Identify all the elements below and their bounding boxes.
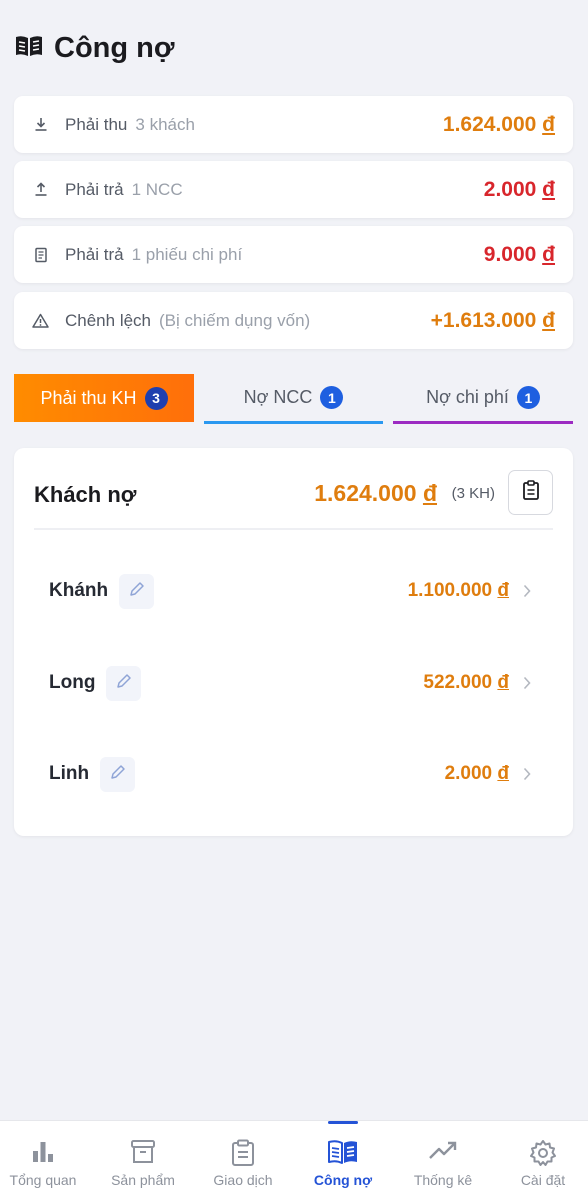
page-title: Công nợ bbox=[54, 31, 175, 64]
list-item[interactable]: Long 522.000 đ bbox=[49, 663, 533, 703]
summary-difference-card[interactable]: Chênh lệch (Bị chiếm dụng vốn) +1.613.00… bbox=[14, 292, 573, 349]
tab-count-badge: 1 bbox=[320, 386, 344, 409]
nav-label: Sản phẩm bbox=[111, 1172, 175, 1188]
list-item[interactable]: Linh 2.000 đ bbox=[49, 754, 533, 794]
tab-customer-receivable[interactable]: Phải thu KH 3 bbox=[14, 374, 194, 422]
edit-button[interactable] bbox=[100, 756, 136, 792]
nav-label: Thống kê bbox=[413, 1172, 473, 1188]
summary-amount: 9.000 đ bbox=[483, 242, 555, 266]
nav-label: Tổng quan bbox=[9, 1172, 77, 1188]
clipboard-icon bbox=[522, 480, 540, 505]
summary-payable-expense-card[interactable]: Phải trả 1 phiếu chi phí 9.000 đ bbox=[14, 226, 573, 283]
nav-overview[interactable]: Tổng quan bbox=[0, 1121, 92, 1200]
customer-debt-amount: 1.100.000 đ bbox=[407, 580, 509, 601]
book-open-icon bbox=[14, 34, 44, 63]
tab-expense-debt[interactable]: Nợ chi phí 1 bbox=[393, 374, 573, 424]
clipboard-icon bbox=[194, 1139, 292, 1166]
tab-supplier-debt[interactable]: Nợ NCC 1 bbox=[204, 374, 383, 424]
panel-customer-count: (3 KH) bbox=[451, 485, 495, 502]
tab-count-badge: 3 bbox=[144, 386, 168, 410]
summary-amount: 2.000 đ bbox=[483, 177, 555, 201]
tab-label: Nợ NCC bbox=[243, 387, 313, 407]
nav-products[interactable]: Sản phẩm bbox=[94, 1121, 192, 1200]
panel-total-amount: 1.624.000 đ bbox=[314, 480, 437, 506]
archive-box-icon bbox=[94, 1139, 192, 1165]
pencil-icon bbox=[116, 673, 132, 694]
tab-label: Phải thu KH bbox=[40, 387, 137, 408]
panel-title: Khách nợ bbox=[34, 482, 137, 507]
summary-label: Phải trả bbox=[65, 244, 124, 264]
summary-sub: (Bị chiếm dụng vốn) bbox=[159, 310, 311, 330]
summary-receivable-card[interactable]: Phải thu 3 khách 1.624.000 đ bbox=[14, 96, 573, 153]
trending-up-icon bbox=[394, 1139, 492, 1161]
summary-sub: 1 phiếu chi phí bbox=[131, 244, 243, 264]
chevron-right-icon bbox=[523, 676, 533, 690]
gear-icon bbox=[494, 1139, 588, 1167]
customer-name: Linh bbox=[49, 763, 90, 784]
bar-chart-icon bbox=[0, 1139, 92, 1163]
nav-label: Cài đặt bbox=[520, 1172, 566, 1188]
customer-name: Khánh bbox=[49, 580, 109, 601]
list-item[interactable]: Khánh 1.100.000 đ bbox=[49, 571, 533, 611]
pencil-icon bbox=[110, 764, 126, 785]
nav-settings[interactable]: Cài đặt bbox=[494, 1121, 588, 1200]
summary-sub: 1 NCC bbox=[131, 179, 183, 199]
nav-debts[interactable]: Công nợ bbox=[294, 1121, 392, 1200]
nav-label: Giao dịch bbox=[213, 1172, 273, 1188]
tab-count-badge: 1 bbox=[516, 386, 540, 409]
nav-label: Công nợ bbox=[313, 1172, 373, 1188]
panel-header: Khách nợ 1.624.000 đ (3 KH) bbox=[34, 468, 553, 530]
summary-amount: +1.613.000 đ bbox=[430, 308, 555, 332]
bottom-nav: Tổng quan Sản phẩm Giao dịch Công nợ Thố… bbox=[0, 1120, 588, 1200]
summary-amount: 1.624.000 đ bbox=[442, 112, 555, 136]
customer-debt-amount: 522.000 đ bbox=[423, 672, 509, 693]
summary-label: Chênh lệch bbox=[65, 310, 152, 330]
nav-statistics[interactable]: Thống kê bbox=[394, 1121, 492, 1200]
edit-button[interactable] bbox=[119, 573, 155, 609]
edit-button[interactable] bbox=[106, 665, 142, 701]
active-indicator bbox=[328, 1121, 358, 1124]
upload-icon bbox=[32, 181, 49, 198]
pencil-icon bbox=[129, 581, 145, 602]
nav-transactions[interactable]: Giao dịch bbox=[194, 1121, 292, 1200]
page-header: Công nợ bbox=[14, 28, 174, 68]
warning-icon bbox=[32, 312, 49, 329]
chevron-right-icon bbox=[523, 767, 533, 781]
customer-debt-amount: 2.000 đ bbox=[444, 763, 509, 784]
summary-label: Phải trả bbox=[65, 179, 124, 199]
summary-payable-supplier-card[interactable]: Phải trả 1 NCC 2.000 đ bbox=[14, 161, 573, 218]
book-open-icon bbox=[294, 1139, 392, 1165]
copy-list-button[interactable] bbox=[508, 470, 553, 515]
customer-name: Long bbox=[49, 672, 96, 693]
chevron-right-icon bbox=[523, 584, 533, 598]
summary-label: Phải thu bbox=[65, 114, 128, 134]
download-icon bbox=[32, 116, 49, 133]
debt-tabs: Phải thu KH 3 Nợ NCC 1 Nợ chi phí 1 bbox=[14, 374, 573, 424]
customer-debt-panel: Khách nợ 1.624.000 đ (3 KH) Khánh 1.100.… bbox=[14, 448, 573, 836]
receipt-icon bbox=[32, 246, 49, 263]
tab-label: Nợ chi phí bbox=[426, 387, 509, 407]
summary-sub: 3 khách bbox=[135, 114, 195, 134]
